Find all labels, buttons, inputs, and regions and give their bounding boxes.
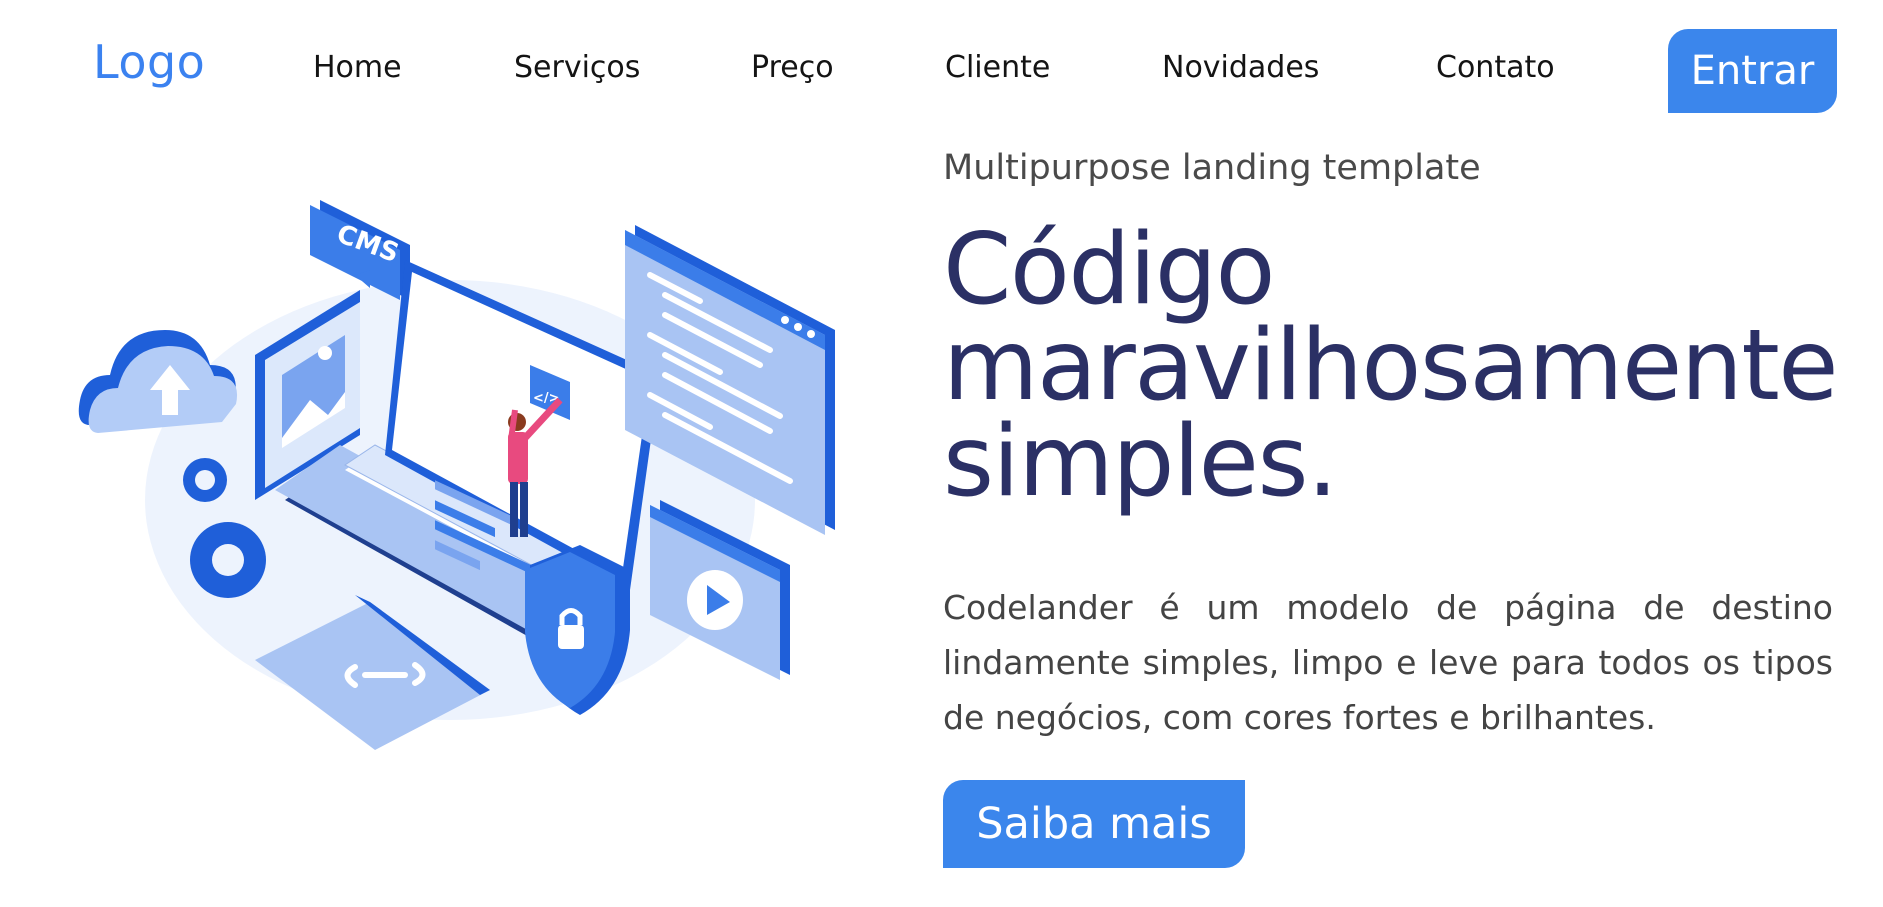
cloud-upload-icon	[78, 330, 238, 433]
hero-description: Codelander é um modelo de página de dest…	[943, 588, 1833, 737]
headline-line: simples.	[943, 405, 1338, 519]
hero-text: Multipurpose landing template Código mar…	[943, 148, 1843, 519]
nav-link-novidades[interactable]: Novidades	[1162, 50, 1319, 85]
hero-illustration: CMS </>	[70, 170, 870, 750]
gear-icon	[183, 458, 227, 502]
hero-headline: Código maravilhosamente simples.	[943, 213, 1843, 519]
learn-more-button[interactable]: Saiba mais	[943, 780, 1245, 868]
nav-link-preco[interactable]: Preço	[751, 50, 834, 85]
gear-icon	[190, 522, 266, 598]
hero-eyebrow: Multipurpose landing template	[943, 148, 1481, 188]
nav-link-servicos[interactable]: Serviços	[514, 50, 640, 85]
site-header: Logo Home Serviços Preço Cliente Novidad…	[0, 0, 1883, 130]
main-nav: Home Serviços Preço Cliente Novidades Co…	[0, 50, 1883, 94]
nav-link-home[interactable]: Home	[313, 50, 402, 85]
nav-link-cliente[interactable]: Cliente	[945, 50, 1050, 85]
headline-line: Código	[943, 213, 1276, 327]
headline-line: maravilhosamente	[943, 309, 1839, 423]
login-button[interactable]: Entrar	[1668, 29, 1837, 113]
cms-badge: CMS	[310, 200, 410, 300]
nav-link-contato[interactable]: Contato	[1436, 50, 1555, 85]
